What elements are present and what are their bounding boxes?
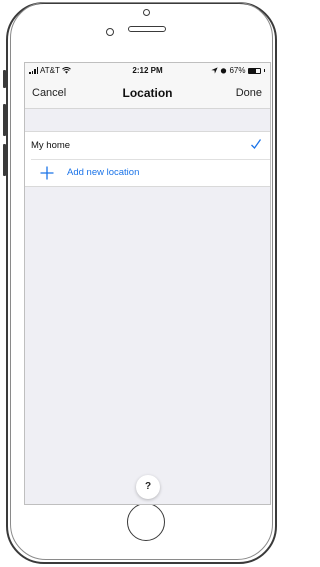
volume-down-button <box>3 144 6 176</box>
add-location-row[interactable]: Add new location <box>31 159 270 186</box>
add-location-label: Add new location <box>67 167 140 178</box>
plus-icon <box>40 166 54 180</box>
front-camera-icon <box>106 28 114 36</box>
location-list: My home Add new location <box>25 131 270 187</box>
battery-level <box>248 68 256 73</box>
status-bar: AT&T 2:12 PM 67% <box>25 63 270 79</box>
home-button[interactable] <box>127 503 165 541</box>
status-right: 67% <box>211 66 265 75</box>
battery-percent: 67% <box>229 66 246 75</box>
done-button[interactable]: Done <box>236 87 262 99</box>
earpiece-speaker <box>128 26 166 32</box>
check-icon <box>251 139 262 150</box>
location-label: My home <box>31 140 71 151</box>
help-button[interactable]: ? <box>136 475 160 499</box>
app-screen: AT&T 2:12 PM 67% Cancel Location Done My… <box>24 62 271 505</box>
location-arrow-icon <box>211 67 219 74</box>
page-title: Location <box>122 86 173 100</box>
mute-switch <box>3 70 6 88</box>
sensor-icon <box>143 9 150 16</box>
navigation-bar: Cancel Location Done <box>25 79 270 109</box>
alarm-icon <box>221 68 227 74</box>
battery-icon <box>247 67 261 74</box>
volume-up-button <box>3 104 6 136</box>
location-row-my-home[interactable]: My home <box>25 132 270 159</box>
battery-cap <box>263 69 265 72</box>
